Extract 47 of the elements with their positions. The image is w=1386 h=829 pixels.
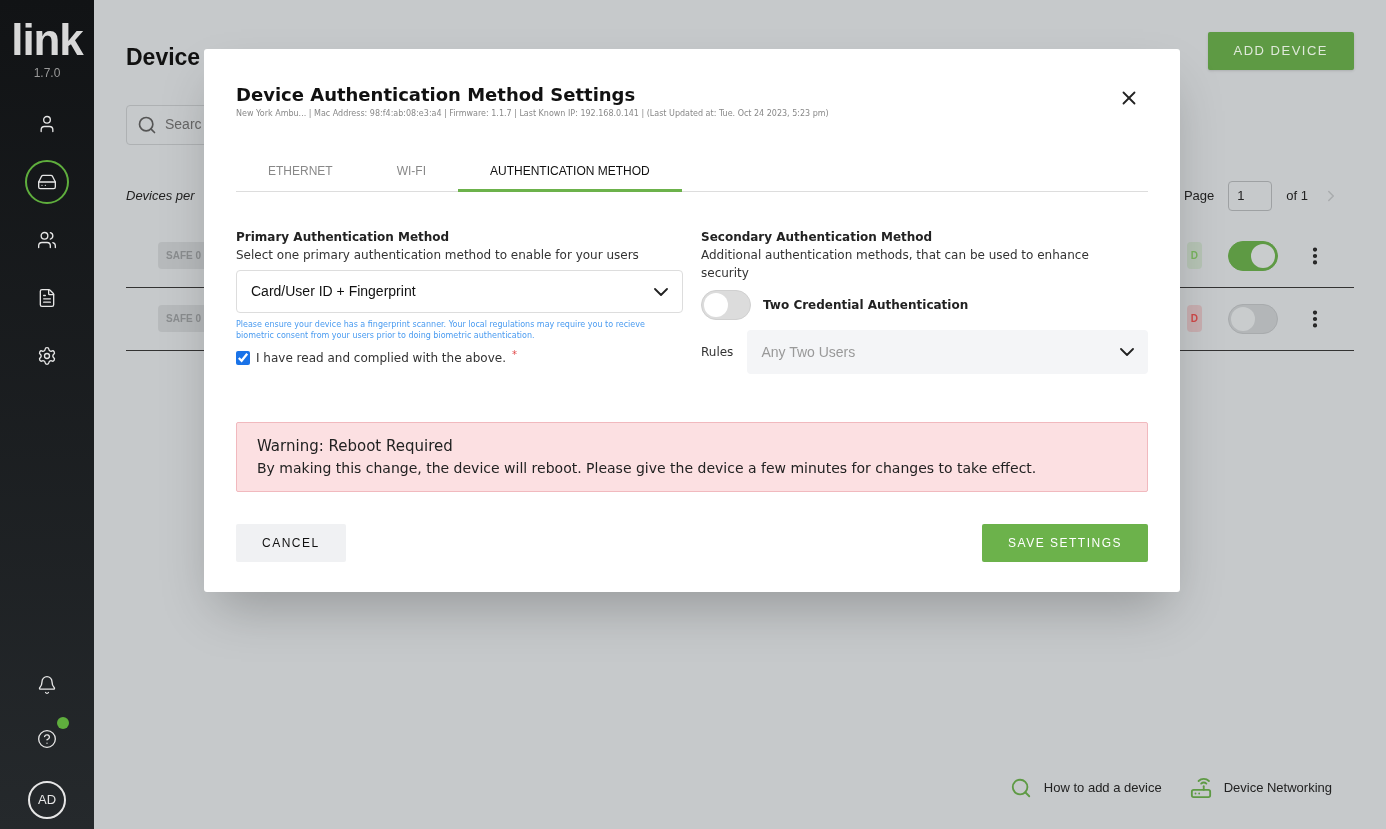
warning-title: Warning: Reboot Required: [257, 436, 454, 457]
nav-item[interactable]: [25, 160, 69, 204]
document-icon: [37, 288, 57, 308]
tab[interactable]: AUTHENTICATION METHOD: [458, 152, 682, 192]
version-label: 1.7.0: [33, 65, 61, 82]
search-placeholder: Searc: [165, 115, 202, 134]
avatar[interactable]: AD: [28, 781, 66, 819]
chevron-down-icon: [654, 287, 668, 296]
cancel-button[interactable]: CANCEL: [236, 523, 346, 562]
page-title: Device: [126, 43, 201, 72]
toggle-switch[interactable]: [1228, 240, 1278, 271]
consent-checkbox[interactable]: [236, 351, 250, 365]
help-icon: [37, 729, 57, 749]
state-badge: D: [1186, 305, 1202, 332]
method-select[interactable]: Card/User ID + Fingerprint: [236, 270, 683, 313]
logo: link: [11, 18, 83, 62]
search-icon: [137, 114, 157, 135]
help-link[interactable]: Device Networking: [1189, 777, 1332, 799]
router-icon: [1189, 777, 1212, 799]
tab[interactable]: ETHERNET: [236, 152, 365, 192]
section-description: Additional authentication methods, that can be used to enhance security: [701, 247, 1090, 282]
page-label: Page: [1183, 186, 1215, 205]
toggle-switch[interactable]: [701, 290, 751, 320]
chevron-down-icon: [1120, 348, 1134, 356]
device-details: New York Ambu... | Mac Address: 98:f4:ab:08:e3:a4 | Firmware: 1.1.7 | Last Known IP: 192.168.0.141 | (Last Updated at: Tue. Oct 24 2023, 5:23 pm): [236, 108, 829, 120]
toggle-switch[interactable]: [1228, 303, 1278, 334]
fingerprint-note: Please ensure your device has a fingerprint scanner. Your local regulations may require you to recieve biometric consent from your users prior to doing biometric authentication.: [236, 319, 646, 341]
state-badge: D: [1186, 242, 1202, 269]
section-heading: Secondary Authentication Method: [701, 229, 934, 246]
section-heading: Primary Authentication Method: [236, 229, 451, 246]
warning-text: By making this change, the device will reboot. Please give the device a few minutes for changes to take effect.: [257, 458, 1038, 478]
page-input[interactable]: 1: [1228, 180, 1273, 211]
per-page-label: Devices per: [126, 186, 195, 205]
section-description: Select one primary authentication method to enable for your users: [236, 247, 640, 264]
dialog-title: Device Authentication Method Settings: [236, 83, 637, 107]
required-mark: *: [511, 347, 517, 362]
search-icon: [1009, 777, 1032, 799]
settings-icon: [37, 346, 57, 366]
toggle-label: Two Credential Authentication: [763, 297, 969, 314]
bell-icon: [37, 675, 57, 695]
drive-icon: [37, 172, 57, 192]
rules-label: Rules: [701, 344, 734, 361]
tab[interactable]: WI-FI: [364, 152, 458, 192]
page-count: of 1: [1286, 186, 1308, 205]
users-icon: [37, 230, 57, 250]
consent-label: I have read and complied with the above.: [256, 350, 506, 367]
help-link[interactable]: How to add a device: [1009, 777, 1162, 799]
